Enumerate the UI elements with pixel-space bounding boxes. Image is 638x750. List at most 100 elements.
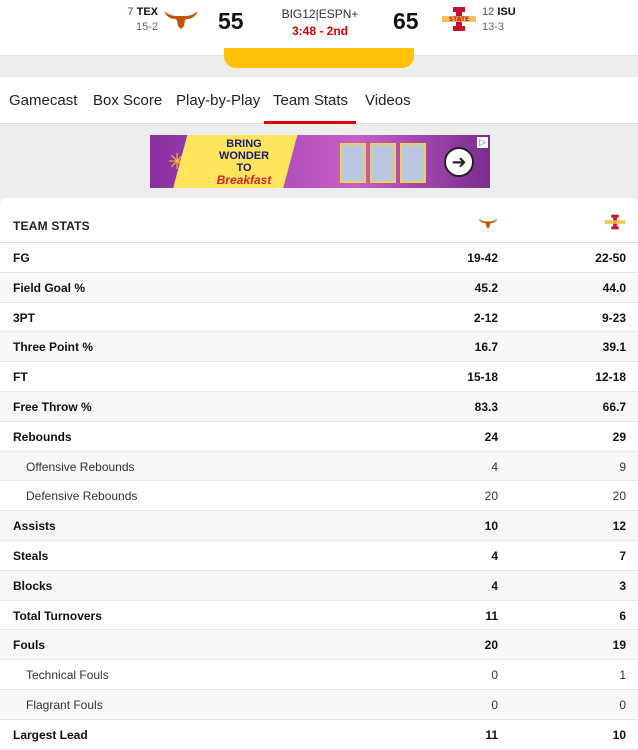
ad-line-1: BRING <box>226 138 262 150</box>
stat-row: Three Point % 16.7 39.1 <box>0 332 638 363</box>
stat-value-home: 7 <box>619 548 626 563</box>
stat-label: Largest Lead <box>13 727 88 742</box>
stat-row: Assists 10 12 <box>0 511 638 541</box>
iowa-state-logo-icon: STATE <box>441 6 477 37</box>
arrow-right-icon[interactable]: ➜ <box>444 147 474 177</box>
away-team-info: 7 TEX 15-2 <box>126 6 158 33</box>
tab-box-score[interactable]: Box Score <box>93 92 162 109</box>
stat-label: Offensive Rebounds <box>26 459 135 474</box>
team-stats-table: TEAM STATS FG 19-42 22-50 Field Goal % 45.2 4… <box>0 198 638 750</box>
stat-row: Defensive Rebounds 20 20 <box>0 481 638 512</box>
stat-value-away: 83.3 <box>474 399 498 414</box>
stat-value-away: 11 <box>485 727 498 742</box>
stat-value-away: 16.7 <box>474 340 498 355</box>
stat-value-away: 2-12 <box>473 310 498 325</box>
team-stats-rows: FG 19-42 22-50 Field Goal % 45.2 44.0 3PT 2-12 9… <box>0 243 638 750</box>
stat-row: Technical Fouls 0 1 <box>0 660 638 690</box>
stat-value-home: 12 <box>612 519 626 534</box>
stat-label: Free Throw % <box>13 399 92 414</box>
stat-label: FG <box>13 251 30 265</box>
tab-gamecast[interactable]: Gamecast <box>9 92 77 109</box>
stat-value-away: 20 <box>484 638 498 653</box>
game-nav-tabs: Gamecast Box Score Play-by-Play Team Sta… <box>0 76 638 124</box>
ad-choices-icon[interactable]: ▷ <box>477 137 488 148</box>
home-record: 13-3 <box>482 21 505 33</box>
game-clock: 3:48 - 2nd <box>291 24 348 38</box>
stat-row: Fouls 20 19 <box>0 630 638 661</box>
stat-value-home: 19 <box>612 638 626 653</box>
stat-value-away: 45.2 <box>474 280 498 295</box>
away-record: 15-2 <box>135 21 158 33</box>
stat-label: Assists <box>13 519 56 534</box>
stat-label: Fouls <box>13 638 45 653</box>
stat-label: Steals <box>13 548 49 563</box>
stat-value-away: 19-42 <box>467 251 498 265</box>
stat-value-away: 0 <box>491 668 498 683</box>
tab-team-stats[interactable]: Team Stats <box>273 92 348 109</box>
stat-label: Blocks <box>13 578 53 593</box>
ad-line-2: WONDER <box>218 150 270 162</box>
stat-label: Defensive Rebounds <box>26 489 138 504</box>
stat-row: 3PT 2-12 9-23 <box>0 303 638 333</box>
stat-value-home: 22-50 <box>595 251 626 265</box>
stat-row: Field Goal % 45.2 44.0 <box>0 272 638 303</box>
cereal-box-image <box>400 143 426 183</box>
home-team-rank-abbr: 12 ISU <box>482 6 516 18</box>
stat-label: 3PT <box>13 310 36 325</box>
stat-value-away: 4 <box>491 459 498 474</box>
ad-line-4: Breakfast <box>216 173 272 187</box>
cereal-box-image <box>370 143 396 183</box>
away-rank: 7 <box>127 6 134 18</box>
broadcast-network: BIG12|ESPN+ <box>281 7 359 21</box>
stat-value-home: 12-18 <box>595 370 626 385</box>
team-stats-header: TEAM STATS <box>0 198 638 243</box>
team-stats-title: TEAM STATS <box>13 219 90 233</box>
stat-value-home: 3 <box>619 578 626 593</box>
stat-row: Steals 4 7 <box>0 541 638 571</box>
stat-value-away: 0 <box>491 697 498 712</box>
tab-videos[interactable]: Videos <box>365 92 411 109</box>
home-rank: 12 <box>482 6 495 18</box>
stat-row: Largest Lead 11 10 <box>0 720 638 750</box>
tab-play-by-play[interactable]: Play-by-Play <box>176 92 260 109</box>
ad-banner[interactable]: ✳ BRING WONDER TO Breakfast ➜ ▷ <box>150 135 490 188</box>
stat-row: FG 19-42 22-50 <box>0 243 638 273</box>
active-tab-indicator <box>264 121 356 124</box>
stat-label: Flagrant Fouls <box>26 697 103 712</box>
svg-text:STATE: STATE <box>449 16 469 23</box>
away-abbr: TEX <box>136 6 158 18</box>
stat-value-away: 11 <box>485 608 498 623</box>
stat-value-away: 4 <box>491 548 498 563</box>
stat-value-home: 20 <box>612 489 626 504</box>
scoreboard[interactable]: 7 TEX 15-2 55 BIG12|ESPN+ 3:48 - 2nd 65 … <box>0 0 638 68</box>
stat-value-home: 1 <box>619 668 626 683</box>
stat-value-away: 15-18 <box>467 370 498 385</box>
stat-label: Total Turnovers <box>13 608 102 623</box>
ad-headline: BRING WONDER TO Breakfast <box>202 138 286 186</box>
stat-value-away: 24 <box>484 429 498 444</box>
texas-longhorn-logo-icon <box>478 216 498 234</box>
expand-pill-button[interactable] <box>224 48 414 68</box>
stat-value-away: 10 <box>484 519 498 534</box>
iowa-state-logo-icon <box>604 214 626 235</box>
stat-row: Offensive Rebounds 4 9 <box>0 451 638 482</box>
stat-row: FT 15-18 12-18 <box>0 362 638 392</box>
stat-label: Technical Fouls <box>26 668 109 683</box>
stat-value-home: 10 <box>612 727 626 742</box>
stat-value-home: 6 <box>619 608 626 623</box>
cereal-box-image <box>340 143 366 183</box>
stat-value-home: 44.0 <box>602 280 626 295</box>
stat-row: Blocks 4 3 <box>0 570 638 601</box>
stat-row: Rebounds 24 29 <box>0 422 638 452</box>
stat-row: Flagrant Fouls 0 0 <box>0 689 638 720</box>
stat-value-away: 20 <box>484 489 498 504</box>
away-team-rank-abbr: 7 TEX <box>126 6 158 18</box>
stat-value-home: 39.1 <box>602 340 626 355</box>
game-info: BIG12|ESPN+ 3:48 - 2nd <box>270 7 370 38</box>
stat-value-home: 66.7 <box>602 399 626 414</box>
stat-value-away: 4 <box>491 578 498 593</box>
home-abbr: ISU <box>497 6 516 18</box>
stat-label: Three Point % <box>13 340 94 355</box>
home-team-info: 12 ISU 13-3 <box>482 6 516 33</box>
stat-value-home: 29 <box>612 429 626 444</box>
